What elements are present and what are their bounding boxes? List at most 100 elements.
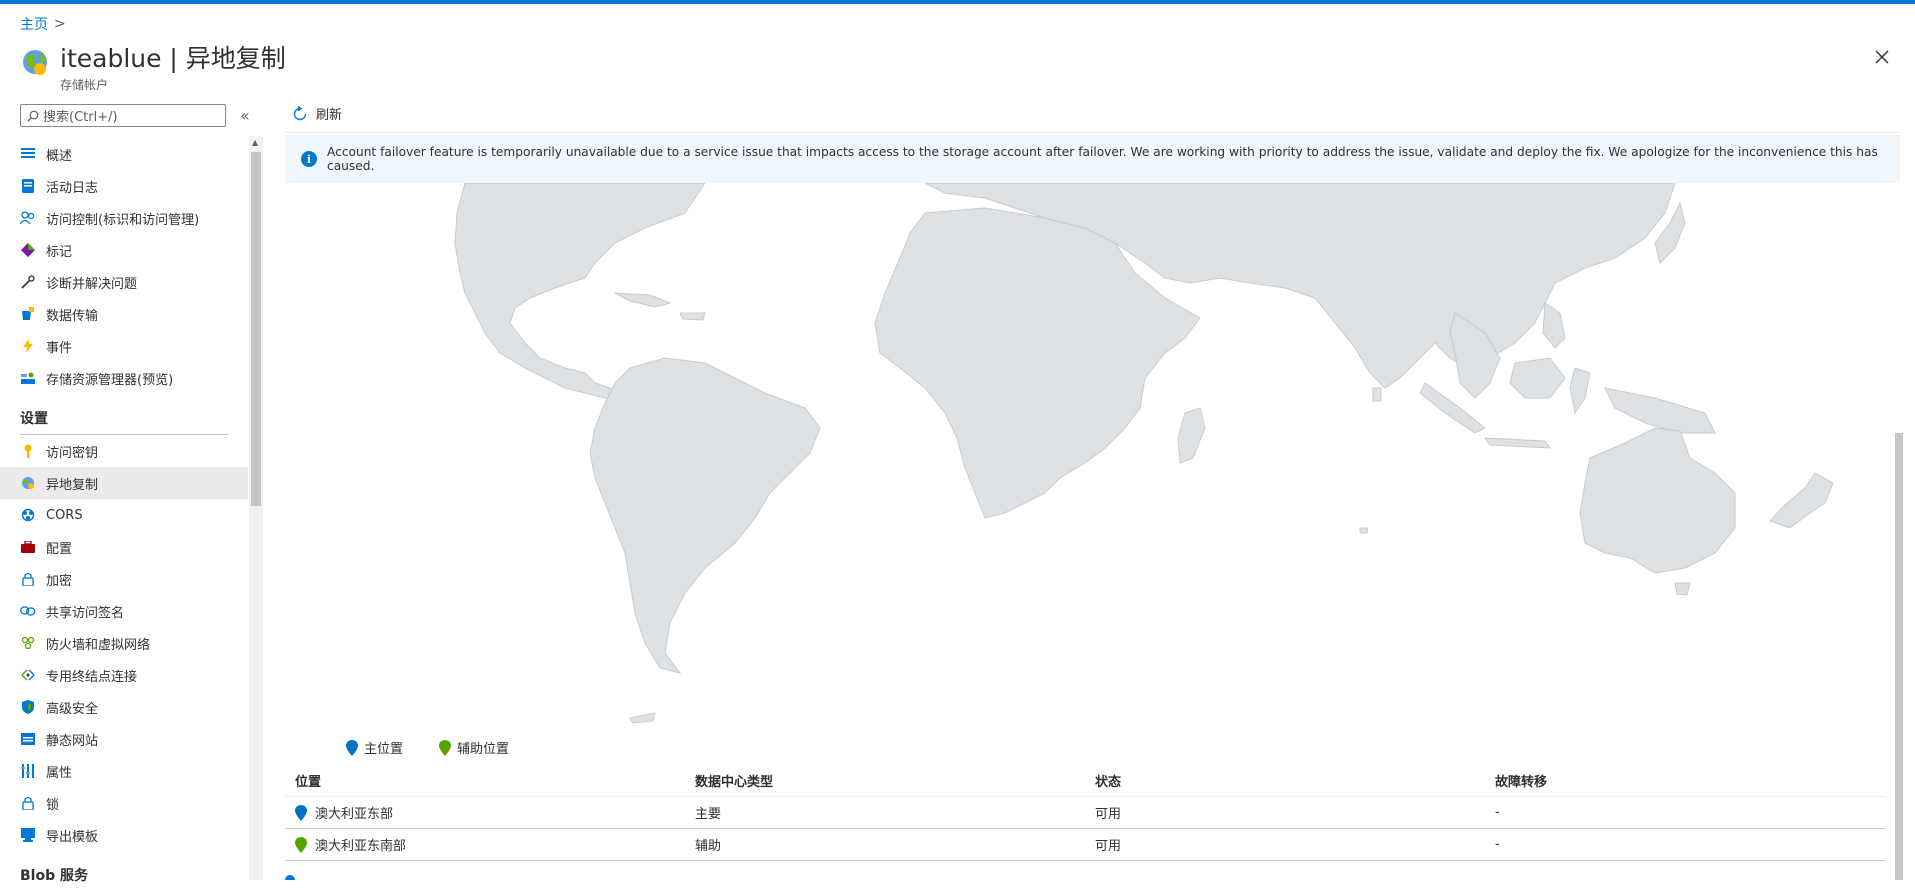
sidebar-item-label: 静态网站: [46, 733, 99, 749]
sidebar-item-label: 访问密钥: [46, 445, 99, 461]
map-scroll-thumb[interactable]: [1895, 433, 1903, 880]
sidebar-item-tags[interactable]: 标记: [0, 234, 248, 266]
location-cell: 澳大利亚东南部: [315, 839, 407, 854]
sidebar-scroll-thumb[interactable]: [251, 152, 261, 506]
sidebar-item-storage-explorer[interactable]: 存储资源管理器(预览): [0, 362, 248, 394]
map-madagascar: [1177, 407, 1206, 464]
sidebar-scrollbar[interactable]: ▲: [249, 136, 263, 880]
map-new-guinea: [1604, 387, 1716, 434]
sidebar-item-locks[interactable]: 锁: [0, 787, 248, 819]
sidebar-item-label: 活动日志: [46, 180, 99, 196]
secondary-pin-icon: [295, 836, 307, 853]
breadcrumb-home-link[interactable]: 主页: [20, 14, 48, 34]
toolbar-divider: [285, 132, 1900, 133]
legend-secondary-label: 辅助位置: [457, 742, 510, 757]
endpoint-icon: [20, 667, 36, 683]
search-input[interactable]: 搜索(Ctrl+/): [20, 104, 226, 127]
lightning-icon: [20, 338, 36, 354]
location-cell: 澳大利亚东部: [315, 807, 394, 822]
legend-secondary: 辅助位置: [439, 738, 509, 757]
sidebar-item-geo-replication[interactable]: 异地复制: [0, 467, 248, 499]
shield-icon: [20, 699, 36, 715]
sidebar-item-private-endpoint[interactable]: 专用终结点连接: [0, 659, 248, 691]
cors-icon: [20, 507, 36, 523]
page-header: iteablue | 异地复制 存储帐户: [20, 44, 286, 93]
sidebar-item-export-template[interactable]: 导出模板: [0, 819, 248, 851]
sidebar-item-firewall[interactable]: 防火墙和虚拟网络: [0, 627, 248, 659]
table-row[interactable]: 澳大利亚东部 主要 可用 -: [285, 797, 1885, 829]
info-banner: i Account failover feature is temporaril…: [285, 135, 1900, 183]
map-sri-lanka: [1372, 387, 1382, 402]
sidebar-item-label: 配置: [46, 541, 73, 557]
refresh-button[interactable]: 刷新: [292, 104, 342, 123]
sidebar-item-label: 导出模板: [46, 829, 99, 845]
lock-icon: [20, 795, 36, 811]
sidebar-item-data-transfer[interactable]: 数据传输: [0, 298, 248, 330]
sidebar-item-label: 诊断并解决问题: [46, 276, 138, 292]
sidebar-item-configuration[interactable]: 配置: [0, 531, 248, 563]
link-icon: [20, 603, 36, 619]
legend-primary: 主位置: [346, 738, 403, 757]
type-cell: 辅助: [695, 839, 722, 854]
sidebar-item-label: 防火墙和虚拟网络: [46, 637, 151, 653]
sidebar-item-encryption[interactable]: 加密: [0, 563, 248, 595]
sidebar-item-cors[interactable]: CORS: [0, 499, 248, 531]
map-small-island-2: [629, 712, 656, 724]
sidebar-item-activity-log[interactable]: 活动日志: [0, 170, 248, 202]
table-row[interactable]: 澳大利亚东南部 辅助 可用 -: [285, 829, 1885, 861]
sidebar-item-overview[interactable]: 概述: [0, 138, 248, 170]
sidebar-item-label: 数据传输: [46, 308, 99, 324]
lock-icon: [20, 571, 36, 587]
sidebar-item-label: 专用终结点连接: [46, 669, 138, 685]
storage-explorer-icon: [20, 370, 36, 386]
sidebar-item-label: 异地复制: [46, 477, 99, 493]
collapse-sidebar-button[interactable]: «: [240, 106, 250, 125]
globe-icon: [23, 50, 47, 75]
sidebar-item-label: 访问控制(标识和访问管理): [46, 212, 200, 228]
sidebar-item-label: 事件: [46, 340, 73, 356]
secondary-pin-icon: [439, 739, 452, 756]
search-icon: [27, 110, 39, 121]
static-website-icon: [20, 731, 36, 747]
map-legend: 主位置 辅助位置: [346, 738, 509, 757]
failover-cell: -: [1495, 837, 1500, 852]
sidebar-item-iam[interactable]: 访问控制(标识和访问管理): [0, 202, 248, 234]
refresh-icon: [293, 105, 307, 120]
status-cell: 可用: [1095, 807, 1122, 822]
map-borneo: [1509, 357, 1566, 399]
column-header-failover: 故障转移: [1495, 775, 1548, 790]
breadcrumb-chevron-icon: >: [54, 16, 66, 32]
firewall-icon: [20, 635, 36, 651]
page-title: iteablue | 异地复制: [60, 44, 286, 73]
column-header-status: 状态: [1095, 775, 1122, 790]
status-cell: 可用: [1095, 839, 1122, 854]
sidebar-item-properties[interactable]: 属性: [0, 755, 248, 787]
world-map: [285, 183, 1895, 735]
close-button[interactable]: [1869, 44, 1895, 70]
scroll-up-arrow-icon[interactable]: ▲: [252, 138, 258, 147]
info-icon: i: [301, 151, 317, 167]
tag-icon: [20, 242, 36, 258]
sidebar-item-static-website[interactable]: 静态网站: [0, 723, 248, 755]
data-transfer-icon: [20, 306, 36, 322]
sidebar-item-advanced-security[interactable]: 高级安全: [0, 691, 248, 723]
map-tasmania: [1674, 582, 1691, 596]
refresh-label: 刷新: [316, 108, 343, 123]
sidebar-item-access-keys[interactable]: 访问密钥: [0, 435, 248, 467]
map-new-zealand: [1769, 472, 1834, 529]
sidebar-item-label: 属性: [46, 765, 73, 781]
map-caribbean-2: [679, 312, 706, 321]
map-scrollbar[interactable]: [1893, 183, 1905, 880]
configuration-icon: [20, 539, 36, 555]
sidebar-item-label: 存储资源管理器(预览): [46, 372, 174, 388]
sidebar-nav: 概述 活动日志 访问控制(标识和访问管理) 标记 诊断并解决问题 数据传输 事件: [0, 138, 248, 891]
sidebar-item-events[interactable]: 事件: [0, 330, 248, 362]
failover-cell: -: [1495, 805, 1500, 820]
sidebar-item-diagnose[interactable]: 诊断并解决问题: [0, 266, 248, 298]
sidebar-item-shared-access-signature[interactable]: 共享访问签名: [0, 595, 248, 627]
partial-pin-icon: [285, 875, 295, 880]
primary-pin-icon: [295, 804, 307, 821]
sidebar-item-label: CORS: [46, 507, 83, 523]
wrench-icon: [20, 274, 36, 290]
sidebar: 搜索(Ctrl+/) « 概述 活动日志 访问控制(标识和访问管理) 标记 诊断…: [0, 100, 264, 884]
